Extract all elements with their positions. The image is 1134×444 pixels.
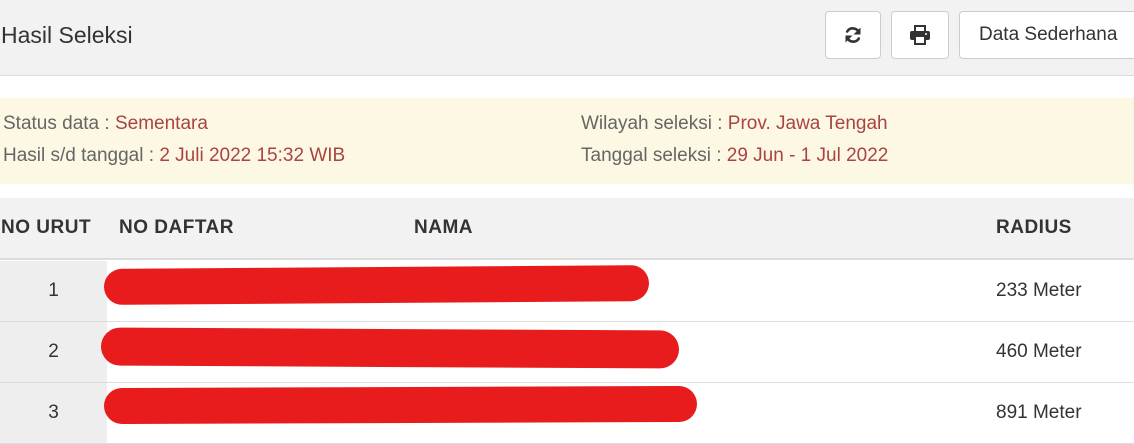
column-header-no-urut: NO URUT (1, 217, 92, 238)
redaction-mark (103, 385, 698, 425)
page-title: Hasil Seleksi (1, 22, 133, 48)
hasil-tanggal: Hasil s/d tanggal : 2 Juli 2022 15:32 WI… (3, 145, 345, 167)
cell-radius: 233 Meter (996, 280, 1082, 301)
refresh-icon (843, 25, 863, 45)
refresh-button[interactable] (825, 11, 881, 59)
page: Hasil Seleksi Data Sederhana Status data… (0, 0, 1134, 444)
print-button[interactable] (891, 11, 949, 59)
cell-radius: 460 Meter (996, 341, 1082, 362)
cell-radius: 891 Meter (996, 402, 1082, 423)
tanggal-seleksi-label: Tanggal seleksi : (581, 145, 727, 166)
cell-no-urut: 2 (0, 322, 107, 382)
print-icon (909, 25, 931, 45)
hasil-tanggal-value: 2 Juli 2022 15:32 WIB (159, 145, 346, 166)
dropdown-label: Data Sederhana (979, 24, 1118, 45)
table-row[interactable]: 2 460 Meter (0, 322, 1134, 383)
table-row[interactable]: 1 233 Meter (0, 261, 1134, 322)
redaction-mark (103, 265, 650, 305)
cell-no-urut: 3 (0, 383, 107, 443)
tanggal-seleksi-value: 29 Jun - 1 Jul 2022 (726, 145, 889, 166)
column-header-no-daftar: NO DAFTAR (119, 217, 234, 238)
column-header-radius: RADIUS (996, 217, 1072, 238)
wilayah-seleksi-label: Wilayah seleksi : (581, 113, 728, 134)
selection-info-box: Status data : Sementara Hasil s/d tangga… (0, 98, 1134, 184)
panel-header: Hasil Seleksi Data Sederhana (0, 0, 1134, 76)
tanggal-seleksi: Tanggal seleksi : 29 Jun - 1 Jul 2022 (581, 145, 888, 167)
status-data-value: Sementara (114, 113, 208, 134)
table-header: NO URUT NO DAFTAR NAMA RADIUS (0, 198, 1134, 260)
column-header-nama: NAMA (414, 217, 473, 238)
data-view-dropdown[interactable]: Data Sederhana (959, 11, 1134, 59)
wilayah-seleksi: Wilayah seleksi : Prov. Jawa Tengah (581, 113, 888, 135)
wilayah-seleksi-value: Prov. Jawa Tengah (727, 113, 888, 134)
hasil-tanggal-label: Hasil s/d tanggal : (3, 145, 160, 166)
status-data-label: Status data : (3, 113, 115, 134)
redaction-mark (100, 327, 680, 369)
table-row[interactable]: 3 891 Meter (0, 383, 1134, 444)
status-data: Status data : Sementara (3, 113, 208, 135)
cell-no-urut: 1 (0, 261, 107, 321)
